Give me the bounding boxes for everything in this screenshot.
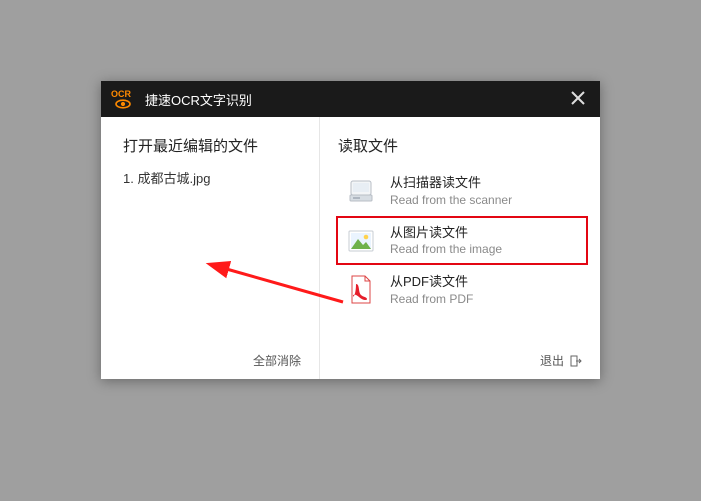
exit-icon [570, 355, 582, 367]
window-title: 捷速OCR文字识别 [145, 90, 564, 109]
exit-label: 退出 [540, 352, 564, 369]
option-label-cn: 从PDF读文件 [390, 273, 473, 291]
option-label-cn: 从扫描器读文件 [390, 174, 512, 192]
read-from-scanner[interactable]: 从扫描器读文件 Read from the scanner [338, 168, 586, 214]
ocr-dialog: OCR 捷速OCR文字识别 打开最近编辑的文件 1. 成都古城.jpg 全部消除 [101, 81, 600, 379]
image-icon [346, 226, 376, 256]
recent-file-name: 成都古城.jpg [137, 171, 210, 186]
option-label-en: Read from the image [390, 241, 502, 257]
clear-all-button[interactable]: 全部消除 [253, 352, 301, 369]
scanner-icon [346, 176, 376, 206]
read-options-list: 从扫描器读文件 Read from the scanner [338, 168, 586, 313]
recent-file-item[interactable]: 1. 成都古城.jpg [123, 168, 305, 187]
recent-files-heading: 打开最近编辑的文件 [123, 135, 305, 156]
option-label-en: Read from PDF [390, 291, 473, 307]
dialog-body: 打开最近编辑的文件 1. 成都古城.jpg 全部消除 读取文件 [101, 117, 600, 379]
titlebar: OCR 捷速OCR文字识别 [101, 81, 600, 117]
logo-text-icon: OCR [111, 89, 132, 99]
close-button[interactable] [564, 90, 592, 108]
exit-button[interactable]: 退出 [540, 352, 582, 369]
close-icon [571, 91, 585, 105]
read-file-panel: 读取文件 从扫描器读文件 Read from the scanner [319, 117, 600, 379]
read-file-heading: 读取文件 [338, 135, 586, 156]
read-from-pdf[interactable]: 从PDF读文件 Read from PDF [338, 267, 586, 313]
app-logo: OCR [111, 88, 137, 110]
read-from-image[interactable]: 从图片读文件 Read from the image [338, 218, 586, 264]
option-label-cn: 从图片读文件 [390, 224, 502, 242]
recent-file-index: 1. [123, 171, 134, 186]
option-label-en: Read from the scanner [390, 192, 512, 208]
pdf-icon [346, 275, 376, 305]
recent-files-panel: 打开最近编辑的文件 1. 成都古城.jpg 全部消除 [101, 117, 319, 379]
